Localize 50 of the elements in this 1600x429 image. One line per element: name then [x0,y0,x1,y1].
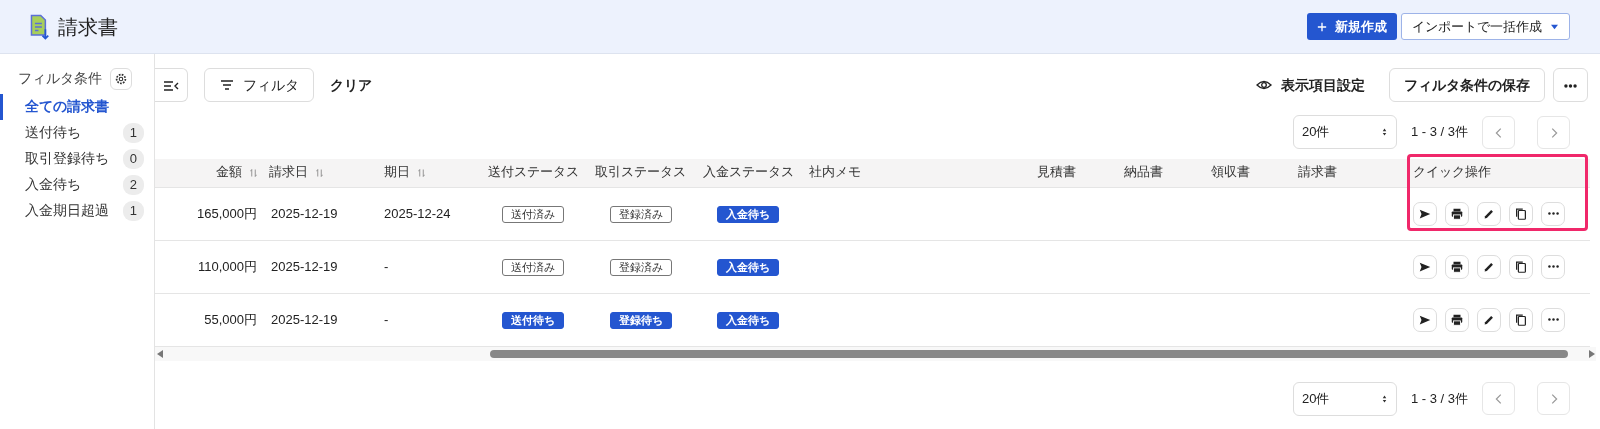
column-settings-button[interactable]: 表示項目設定 [1243,74,1377,96]
sidebar-item[interactable]: 入金待ち 2 [0,172,154,198]
column-header: 社内メモ [809,165,861,180]
amount-cell: 110,000円 [197,258,257,274]
sidebar-item[interactable]: 入金期日超過 1 [0,198,154,224]
count-badge: 2 [122,175,144,195]
status-badge: 登録済み [609,258,672,276]
status-badge: 送付済み [502,205,564,223]
column-header: 入金ステータス [702,165,794,180]
count-badge: 1 [122,123,144,143]
date-cell: - [384,311,389,327]
new-button[interactable]: 新規作成 [1307,12,1397,41]
status-badge: 送付待ち [502,311,564,329]
status-badge: 登録待ち [609,311,672,329]
status-badge: 登録済み [609,205,672,223]
date-cell: 2025-12-19 [271,311,338,327]
page-range: 1 - 3 / 3件 [1410,123,1468,142]
count-badge: 1 [122,201,144,221]
status-badge: 入金待ち [717,258,779,276]
column-header: 取引ステータス [595,165,686,180]
save-filter-button[interactable]: フィルタ条件の保存 [1389,68,1545,102]
amount-cell: 165,000円 [197,205,257,221]
column-header: 領収書 [1211,165,1250,180]
status-badge: 入金待ち [717,205,779,223]
column-header: 期日 [384,165,410,180]
page-range: 1 - 3 / 3件 [1410,389,1468,408]
filter-button[interactable]: フィルタ [204,68,314,102]
count-badge: 0 [122,149,144,169]
clear-link[interactable]: クリア [318,74,384,96]
sidebar-title: フィルタ条件 [18,69,102,88]
date-cell: - [384,258,389,274]
import-dropdown[interactable]: インポートで一括作成 [1401,12,1570,41]
page-size-select[interactable]: 20件 [1292,381,1397,416]
sidebar-item[interactable]: 取引登録待ち 0 [0,146,154,172]
column-header: 見積書 [1037,165,1076,180]
date-cell: 2025-12-19 [271,205,338,221]
page-title: 請求書 [58,14,118,40]
column-header: 請求日 [269,165,308,180]
page-size-select[interactable]: 20件 [1292,115,1397,149]
date-cell: 2025-12-19 [271,258,338,274]
date-cell: 2025-12-24 [384,205,451,221]
column-header: 請求書 [1298,165,1337,180]
sidebar-item[interactable]: 送付待ち 1 [0,120,154,146]
status-badge: 入金待ち [717,311,779,329]
column-header: 送付ステータス [487,165,579,180]
column-header: 納品書 [1124,165,1163,180]
column-header: クイック操作 [1413,165,1491,180]
amount-cell: 55,000円 [204,311,257,327]
column-header: 金額 [216,165,242,180]
status-badge: 送付済み [502,258,564,276]
